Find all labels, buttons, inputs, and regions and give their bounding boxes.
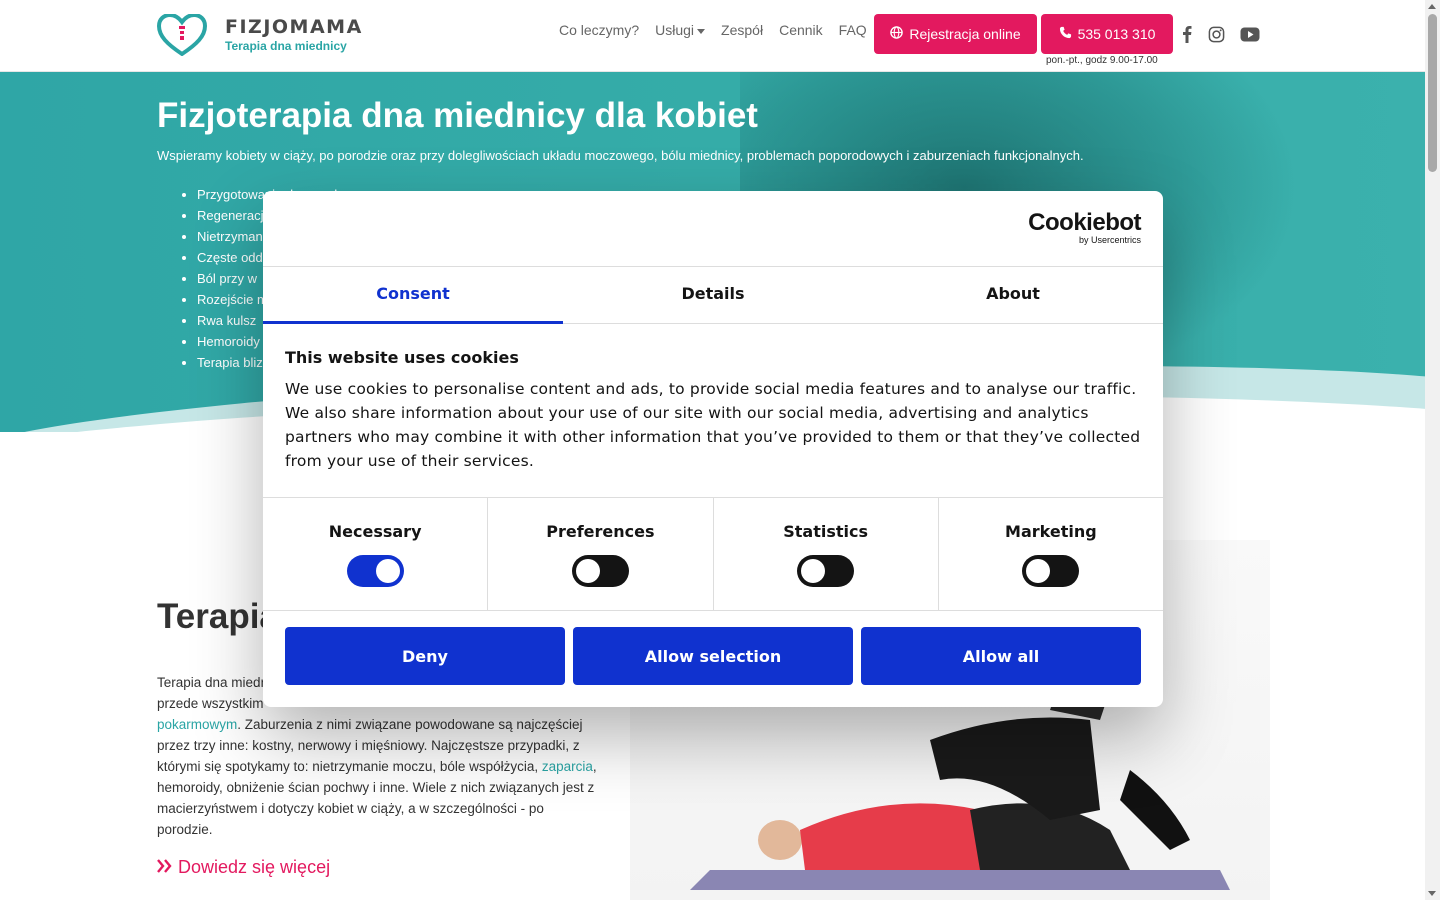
statistics-toggle[interactable] [797,555,855,587]
toggle-knob [575,559,600,583]
scroll-thumb[interactable] [1428,14,1437,172]
toggle-label: Marketing [1005,522,1097,541]
deny-button[interactable]: Deny [285,627,565,685]
toggle-group-statistics: Statistics [714,498,939,610]
cookie-buttons: Deny Allow selection Allow all [263,611,1163,701]
cookie-tabs: Consent Details About [263,267,1163,324]
toggle-label: Statistics [783,522,868,541]
toggle-group-preferences: Preferences [488,498,714,610]
tab-details[interactable]: Details [563,267,863,323]
dialog-header: Cookiebot by Usercentrics [263,191,1163,267]
tab-consent[interactable]: Consent [263,267,563,324]
cookie-body: This website uses cookies We use cookies… [263,324,1163,498]
toggle-knob [375,559,400,583]
tab-about[interactable]: About [863,267,1163,323]
cookie-heading: This website uses cookies [285,348,519,367]
page-scrollbar[interactable] [1425,0,1440,900]
cookiebot-brand: Cookiebot [1028,209,1141,236]
toggle-knob [801,559,826,583]
allow-selection-button[interactable]: Allow selection [573,627,853,685]
preferences-toggle[interactable] [571,555,629,587]
cookiebot-logo[interactable]: Cookiebot by Usercentrics [1028,209,1141,246]
cookie-consent-dialog: Cookiebot by Usercentrics Consent Detail… [263,191,1163,707]
toggle-knob [1026,559,1051,583]
scroll-down-arrow-icon[interactable] [1428,891,1436,896]
allow-all-button[interactable]: Allow all [861,627,1141,685]
cookie-category-toggles: Necessary Preferences Statistics Marketi… [263,498,1163,611]
toggle-label: Necessary [328,522,422,541]
marketing-toggle[interactable] [1022,555,1080,587]
toggle-group-marketing: Marketing [939,498,1163,610]
scroll-up-arrow-icon[interactable] [1428,4,1436,9]
cookiebot-brand-sub: by Usercentrics [1078,235,1141,245]
cookie-text: We use cookies to personalise content an… [285,380,1141,470]
necessary-toggle[interactable] [346,555,404,587]
toggle-label: Preferences [546,522,655,541]
toggle-group-necessary: Necessary [263,498,489,610]
